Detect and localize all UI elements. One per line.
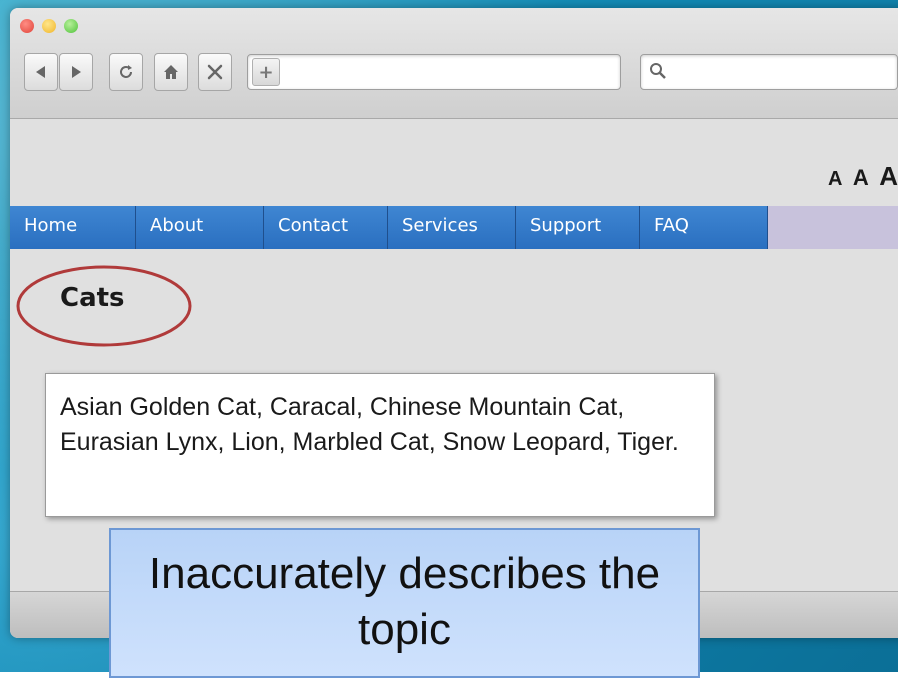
nav-item-contact[interactable]: Contact	[264, 206, 388, 249]
stop-button[interactable]	[198, 53, 232, 91]
search-icon	[650, 63, 666, 79]
reload-button[interactable]	[109, 53, 143, 91]
close-window-button[interactable]	[20, 19, 34, 33]
page-heading: Cats	[60, 283, 125, 313]
forward-icon	[72, 66, 81, 78]
font-size-medium[interactable]: A	[853, 165, 869, 190]
reload-icon	[120, 65, 132, 78]
address-bar[interactable]: +	[247, 54, 621, 90]
maximize-window-button[interactable]	[64, 19, 78, 33]
nav-item-home[interactable]: Home	[10, 206, 136, 249]
callout-text: Inaccurately describes the topic	[148, 549, 661, 654]
home-button[interactable]	[154, 53, 188, 91]
description-text: Asian Golden Cat, Caracal, Chinese Mount…	[60, 393, 679, 456]
font-size-small[interactable]: A	[828, 168, 842, 190]
add-bookmark-icon[interactable]: +	[252, 58, 280, 86]
home-icon	[164, 65, 178, 79]
description-box: Asian Golden Cat, Caracal, Chinese Mount…	[45, 373, 715, 517]
nav-item-services[interactable]: Services	[388, 206, 516, 249]
nav-item-about[interactable]: About	[136, 206, 264, 249]
annotation-callout: Inaccurately describes the topic	[109, 528, 700, 678]
font-size-large[interactable]: A	[879, 161, 898, 191]
close-icon	[207, 64, 223, 80]
minimize-window-button[interactable]	[42, 19, 56, 33]
nav-item-support[interactable]: Support	[516, 206, 640, 249]
font-size-controls: A A A	[822, 161, 898, 192]
nav-item-faq[interactable]: FAQ	[640, 206, 768, 249]
browser-toolbar: +	[10, 8, 898, 119]
search-field[interactable]	[640, 54, 898, 90]
back-icon	[36, 66, 45, 78]
main-navigation: Home About Contact Services Support FAQ	[10, 206, 898, 249]
web-page: A A A Home About Contact Services Suppor…	[10, 119, 898, 599]
forward-button[interactable]	[59, 53, 93, 91]
back-button[interactable]	[24, 53, 58, 91]
